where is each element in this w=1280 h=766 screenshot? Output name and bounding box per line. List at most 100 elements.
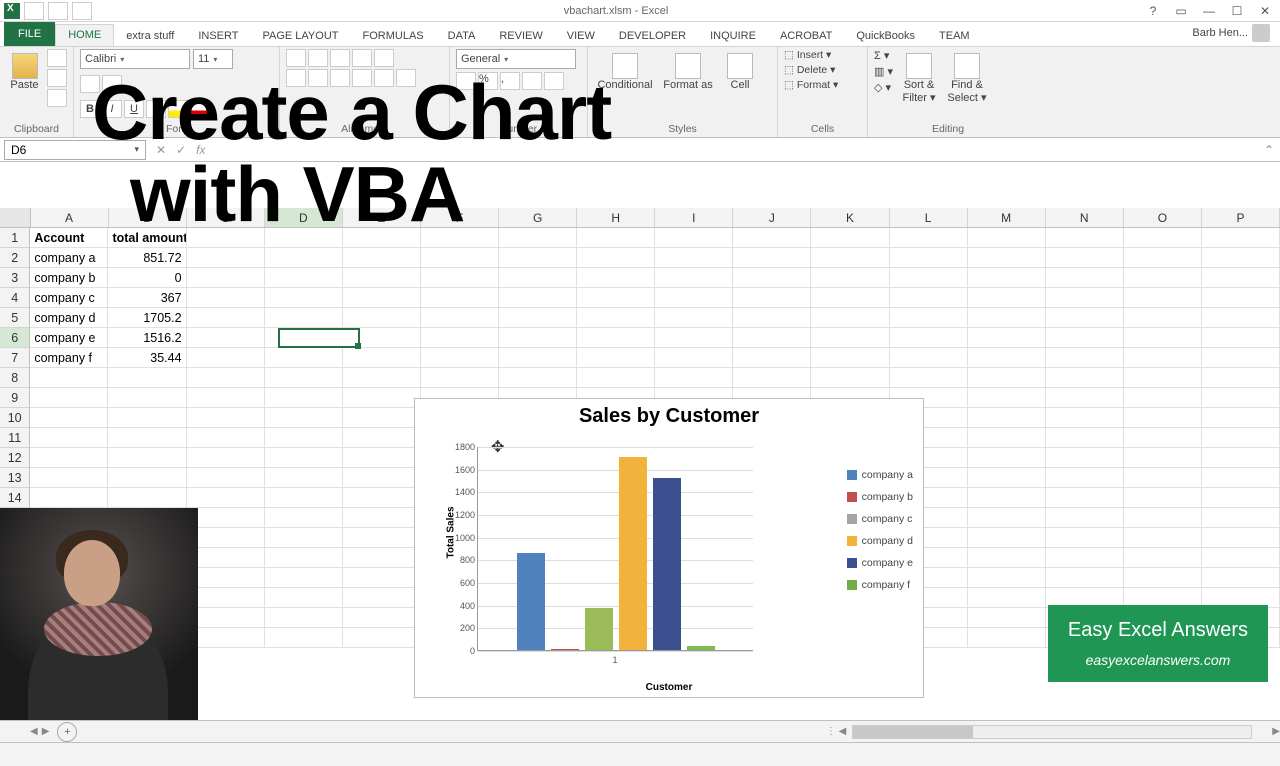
cell[interactable] bbox=[577, 308, 655, 328]
cell[interactable]: company f bbox=[30, 348, 108, 368]
undo-icon[interactable] bbox=[48, 2, 68, 20]
cell[interactable] bbox=[968, 348, 1046, 368]
cell[interactable] bbox=[1202, 508, 1280, 528]
cell[interactable] bbox=[187, 328, 265, 348]
cell[interactable] bbox=[1046, 568, 1124, 588]
rowhead[interactable]: 1 bbox=[0, 228, 30, 248]
cell[interactable] bbox=[265, 408, 343, 428]
cell[interactable] bbox=[968, 228, 1046, 248]
cell[interactable] bbox=[265, 588, 343, 608]
cell[interactable]: 1516.2 bbox=[108, 328, 186, 348]
cell[interactable] bbox=[1202, 428, 1280, 448]
cell[interactable] bbox=[30, 468, 108, 488]
cell[interactable] bbox=[343, 528, 421, 548]
cell[interactable]: 367 bbox=[108, 288, 186, 308]
cell[interactable] bbox=[343, 268, 421, 288]
cell[interactable] bbox=[811, 348, 889, 368]
cell[interactable] bbox=[1046, 348, 1124, 368]
cell[interactable] bbox=[265, 608, 343, 628]
cell[interactable] bbox=[187, 408, 265, 428]
format-cells-button[interactable]: ⬚ Format ▾ bbox=[784, 79, 838, 91]
save-icon[interactable] bbox=[24, 2, 44, 20]
cell[interactable] bbox=[577, 268, 655, 288]
cell[interactable] bbox=[187, 448, 265, 468]
format-as-table-button[interactable]: Format as bbox=[660, 49, 716, 95]
rowhead[interactable]: 6 bbox=[0, 328, 30, 348]
cell[interactable] bbox=[733, 348, 811, 368]
cell[interactable] bbox=[187, 488, 265, 508]
tab-data[interactable]: DATA bbox=[436, 26, 488, 46]
font-family-select[interactable]: Calibri▾ bbox=[80, 49, 190, 69]
cell[interactable] bbox=[108, 468, 186, 488]
cell[interactable] bbox=[265, 428, 343, 448]
cell[interactable] bbox=[343, 548, 421, 568]
cell[interactable] bbox=[1202, 468, 1280, 488]
tab-team[interactable]: TEAM bbox=[927, 26, 982, 46]
redo-icon[interactable] bbox=[72, 2, 92, 20]
cell[interactable] bbox=[1202, 268, 1280, 288]
delete-cells-button[interactable]: ⬚ Delete ▾ bbox=[784, 64, 838, 76]
cell[interactable] bbox=[499, 288, 577, 308]
cell[interactable] bbox=[1124, 308, 1202, 328]
cell[interactable] bbox=[890, 368, 968, 388]
cell[interactable] bbox=[655, 368, 733, 388]
cell[interactable] bbox=[733, 288, 811, 308]
cell[interactable] bbox=[265, 508, 343, 528]
cell[interactable] bbox=[655, 328, 733, 348]
cell[interactable] bbox=[421, 308, 499, 328]
cell[interactable] bbox=[1046, 488, 1124, 508]
cell[interactable] bbox=[108, 448, 186, 468]
cell[interactable] bbox=[499, 348, 577, 368]
colhead-O[interactable]: O bbox=[1124, 208, 1202, 227]
rowhead[interactable]: 8 bbox=[0, 368, 30, 388]
cell[interactable] bbox=[265, 248, 343, 268]
cell[interactable] bbox=[343, 508, 421, 528]
paste-button[interactable]: Paste bbox=[6, 49, 43, 95]
cell[interactable] bbox=[30, 428, 108, 448]
cell[interactable]: company d bbox=[30, 308, 108, 328]
maximize-icon[interactable]: ☐ bbox=[1224, 2, 1250, 20]
colhead-N[interactable]: N bbox=[1046, 208, 1124, 227]
sheet-nav[interactable]: ◀▶ bbox=[30, 726, 49, 737]
rowhead[interactable]: 14 bbox=[0, 488, 30, 508]
cell[interactable] bbox=[733, 368, 811, 388]
fill-icon[interactable]: ▥ ▾ bbox=[874, 65, 893, 78]
tab-file[interactable]: FILE bbox=[4, 22, 55, 46]
cell[interactable] bbox=[343, 408, 421, 428]
cell[interactable] bbox=[968, 408, 1046, 428]
cell[interactable] bbox=[187, 428, 265, 448]
cell[interactable] bbox=[1046, 528, 1124, 548]
cell[interactable] bbox=[968, 308, 1046, 328]
copy-icon[interactable] bbox=[47, 69, 67, 87]
cell[interactable] bbox=[421, 368, 499, 388]
cell[interactable] bbox=[1124, 448, 1202, 468]
cell[interactable] bbox=[1124, 528, 1202, 548]
cell[interactable] bbox=[343, 308, 421, 328]
cell[interactable] bbox=[108, 428, 186, 448]
find-select-button[interactable]: Find &Select ▾ bbox=[945, 49, 989, 108]
cell[interactable] bbox=[968, 368, 1046, 388]
rowhead[interactable]: 11 bbox=[0, 428, 30, 448]
cell[interactable] bbox=[968, 328, 1046, 348]
cell[interactable] bbox=[30, 408, 108, 428]
cell[interactable]: 851.72 bbox=[108, 248, 186, 268]
cell[interactable] bbox=[343, 468, 421, 488]
cell[interactable] bbox=[1046, 388, 1124, 408]
cell[interactable] bbox=[1046, 288, 1124, 308]
colhead-K[interactable]: K bbox=[811, 208, 889, 227]
cell[interactable] bbox=[343, 448, 421, 468]
cell[interactable] bbox=[1124, 428, 1202, 448]
cell[interactable] bbox=[890, 268, 968, 288]
cell[interactable] bbox=[187, 268, 265, 288]
cell[interactable] bbox=[265, 488, 343, 508]
cell[interactable] bbox=[1124, 228, 1202, 248]
cell[interactable] bbox=[343, 328, 421, 348]
cell[interactable] bbox=[187, 308, 265, 328]
rowhead[interactable]: 10 bbox=[0, 408, 30, 428]
cell[interactable] bbox=[265, 288, 343, 308]
cell[interactable] bbox=[187, 468, 265, 488]
cell[interactable] bbox=[265, 348, 343, 368]
autosum-icon[interactable]: Σ ▾ bbox=[874, 49, 893, 62]
sort-filter-button[interactable]: Sort &Filter ▾ bbox=[897, 49, 941, 108]
cell[interactable] bbox=[1046, 548, 1124, 568]
